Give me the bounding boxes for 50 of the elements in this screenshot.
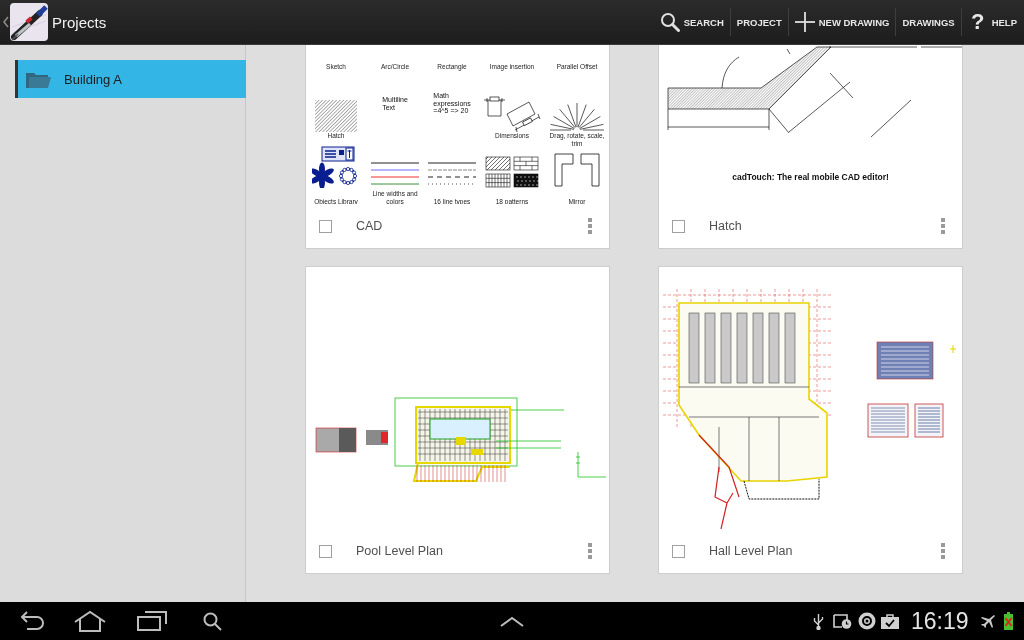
bracket-shapes-drawing (553, 152, 601, 188)
drawing-caption: cadTouch: The real mobile CAD editor! (731, 172, 890, 182)
drawing-card[interactable]: Pool Level Plan (305, 266, 610, 574)
radiating-lines-drawing (549, 102, 605, 132)
ring-icon (858, 612, 876, 630)
usb-icon (813, 612, 824, 630)
app-title: Projects (52, 13, 107, 31)
sidebar-item[interactable]: Building A (15, 60, 246, 98)
search-icon[interactable] (203, 611, 222, 631)
more-options-icon[interactable] (941, 218, 945, 234)
drawing-card[interactable]: Hall Level Plan (658, 266, 963, 574)
drawing-card[interactable]: cadTouch: The real mobile CAD editor! Hatch (658, 45, 963, 249)
search-icon (659, 12, 680, 32)
drawing-title: Hatch (709, 219, 742, 233)
drawing-title: Pool Level Plan (356, 544, 443, 558)
drawing-title: Hall Level Plan (709, 544, 793, 558)
folder-icon (26, 70, 51, 88)
hatched-rectangle-drawing (315, 100, 357, 132)
drawing-card[interactable] (305, 45, 610, 249)
action-button[interactable]: PROJECT (730, 0, 788, 44)
screen-clock-icon (833, 613, 852, 629)
help-icon: ? (967, 11, 988, 33)
checkbox[interactable] (672, 544, 685, 558)
plus-icon (794, 12, 815, 32)
drawing-title: CAD (356, 219, 383, 233)
airplane-icon (980, 614, 995, 628)
checkbox[interactable] (319, 544, 332, 558)
chevron-up-icon[interactable] (500, 615, 524, 627)
action-button[interactable]: SEARCH (653, 0, 730, 44)
checkbox[interactable] (319, 219, 332, 233)
checkbox[interactable] (672, 219, 685, 233)
pen-icon[interactable] (10, 3, 48, 41)
action-button[interactable]: ? HELP (961, 0, 1024, 44)
action-button[interactable]: NEW DRAWING (788, 0, 896, 44)
clock-time: 16:19 (911, 607, 969, 635)
action-button[interactable]: DRAWINGS (896, 0, 961, 44)
home-icon[interactable] (73, 610, 107, 632)
colored-lines-drawing (369, 160, 421, 188)
more-options-icon[interactable] (588, 543, 592, 559)
dimension-lines-drawing (483, 96, 541, 132)
symbol-library-drawing (312, 146, 360, 188)
more-options-icon[interactable] (941, 543, 945, 559)
chevron-left-icon[interactable] (3, 16, 9, 28)
line-styles-drawing (426, 160, 478, 188)
more-options-icon[interactable] (588, 218, 592, 234)
briefcase-check-icon (881, 613, 899, 629)
battery-icon (1003, 612, 1013, 630)
recent-apps-icon[interactable] (137, 611, 167, 631)
fill-patterns-drawing (485, 156, 539, 188)
back-icon[interactable] (18, 611, 45, 631)
